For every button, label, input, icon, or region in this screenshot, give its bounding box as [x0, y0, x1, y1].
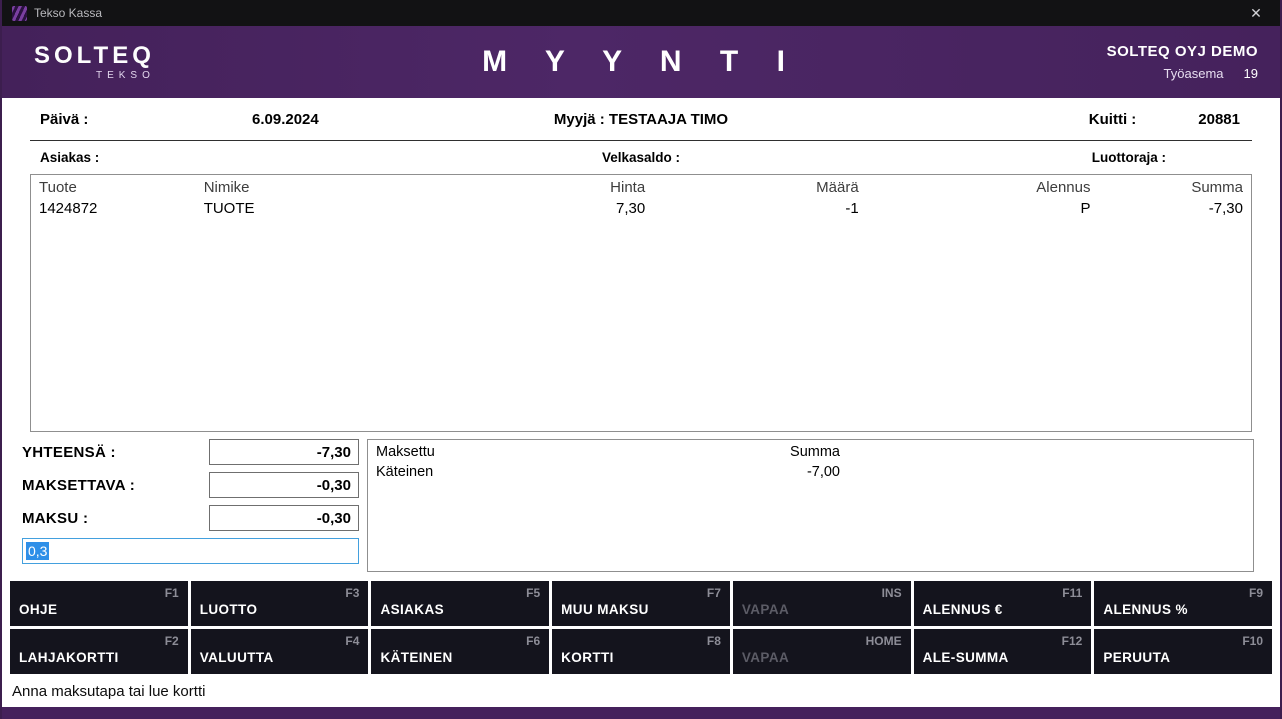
customer-label: Asiakas : [30, 150, 437, 165]
receipt-number: 20881 [1198, 111, 1240, 128]
info-row-secondary: Asiakas : Velkasaldo : Luottoraja : [30, 141, 1252, 174]
payable-row: MAKSETTAVA : -0,30 [22, 472, 359, 498]
button-vapaa-ins: VAPAA INS [733, 581, 911, 626]
button-kateinen[interactable]: KÄTEINEN F6 [371, 629, 549, 674]
fkey-label: F8 [707, 634, 721, 648]
cell-alennus: P [867, 198, 1099, 219]
close-icon[interactable]: ✕ [1242, 5, 1270, 22]
fkey-label: F5 [526, 586, 540, 600]
payment-method: Käteinen [368, 462, 748, 482]
button-row-1: OHJE F1 LUOTTO F3 ASIAKAS F5 MUU MAKSU F… [10, 581, 1272, 626]
status-message: Anna maksutapa tai lue kortti [12, 683, 205, 700]
solteq-logo: SOLTEQ TEKSO [34, 44, 155, 81]
cell-maara: -1 [653, 198, 867, 219]
fkey-label: HOME [866, 634, 902, 648]
payable-label: MAKSETTAVA : [22, 477, 135, 494]
col-header-alennus: Alennus [867, 175, 1099, 198]
table-row[interactable]: 1424872 TUOTE 7,30 -1 P -7,30 [31, 198, 1251, 219]
cell-tuote: 1424872 [31, 198, 196, 219]
button-alennus-euro[interactable]: ALENNUS € F11 [914, 581, 1092, 626]
fkey-label: F7 [707, 586, 721, 600]
button-valuutta[interactable]: VALUUTTA F4 [191, 629, 369, 674]
button-lahjakortti[interactable]: LAHJAKORTTI F2 [10, 629, 188, 674]
sale-table: Tuote Nimike Hinta Määrä Alennus Summa 1… [30, 174, 1252, 432]
payment-label: MAKSU : [22, 510, 88, 527]
fkey-label: F6 [526, 634, 540, 648]
col-header-hinta: Hinta [409, 175, 653, 198]
col-header-nimike: Nimike [196, 175, 410, 198]
seller-value: Myyjä : TESTAAJA TIMO [437, 111, 844, 128]
button-alennus-prosentti[interactable]: ALENNUS % F9 [1094, 581, 1272, 626]
payments-panel: Maksettu Summa Käteinen -7,00 [367, 439, 1254, 572]
fkey-label: F2 [165, 634, 179, 648]
totals-and-payments: YHTEENSÄ : -7,30 MAKSETTAVA : -0,30 MAKS… [22, 439, 1254, 572]
col-header-maara: Määrä [653, 175, 867, 198]
cell-summa: -7,30 [1098, 198, 1251, 219]
total-row: YHTEENSÄ : -7,30 [22, 439, 359, 465]
payment-input-selected-text: 0,3 [26, 542, 49, 560]
fkey-label: F1 [165, 586, 179, 600]
button-asiakas[interactable]: ASIAKAS F5 [371, 581, 549, 626]
payment-amount-input[interactable]: 0,3 [22, 538, 359, 564]
debt-label: Velkasaldo : [437, 150, 844, 165]
fkey-label: F10 [1242, 634, 1263, 648]
logo-main-text: SOLTEQ [34, 44, 155, 68]
workstation-label: Työasema [1164, 66, 1224, 81]
button-peruuta[interactable]: PERUUTA F10 [1094, 629, 1272, 674]
bottom-accent-strip [2, 707, 1280, 719]
payments-header-row: Maksettu Summa [368, 442, 1253, 462]
app-window: Tekso Kassa ✕ SOLTEQ TEKSO M Y Y N T I S… [0, 0, 1282, 719]
button-muu-maksu[interactable]: MUU MAKSU F7 [552, 581, 730, 626]
date-group: Päivä : 6.09.2024 [30, 111, 437, 128]
payment-field: -0,30 [209, 505, 359, 531]
date-value: 6.09.2024 [252, 111, 319, 128]
cell-hinta: 7,30 [409, 198, 653, 219]
table-header-row: Tuote Nimike Hinta Määrä Alennus Summa [31, 175, 1251, 198]
info-row-primary: Päivä : 6.09.2024 Myyjä : TESTAAJA TIMO … [30, 98, 1252, 141]
fkey-label: F9 [1249, 586, 1263, 600]
workstation-info: Työasema 19 [1107, 66, 1258, 81]
logo-sub-text: TEKSO [34, 71, 155, 81]
payment-row: MAKSU : -0,30 [22, 505, 359, 531]
sum-header: Summa [748, 442, 848, 462]
fkey-label: F3 [345, 586, 359, 600]
payment-line: Käteinen -7,00 [368, 462, 1253, 482]
date-label: Päivä : [30, 111, 252, 128]
receipt-label: Kuitti : [1089, 111, 1136, 128]
window-title: Tekso Kassa [34, 6, 102, 20]
button-ohje[interactable]: OHJE F1 [10, 581, 188, 626]
col-header-summa: Summa [1098, 175, 1251, 198]
fkey-label: F12 [1062, 634, 1083, 648]
cell-nimike: TUOTE [196, 198, 410, 219]
header-right: SOLTEQ OYJ DEMO Työasema 19 [1107, 43, 1258, 81]
workstation-number: 19 [1244, 66, 1258, 81]
app-icon [12, 6, 27, 21]
payment-amount: -7,00 [748, 462, 848, 482]
status-bar: Anna maksutapa tai lue kortti [2, 674, 1280, 707]
button-row-2: LAHJAKORTTI F2 VALUUTTA F4 KÄTEINEN F6 K… [10, 629, 1272, 674]
button-ale-summa[interactable]: ALE-SUMMA F12 [914, 629, 1092, 674]
fkey-label: F4 [345, 634, 359, 648]
col-header-tuote: Tuote [31, 175, 196, 198]
button-luotto[interactable]: LUOTTO F3 [191, 581, 369, 626]
title-bar: Tekso Kassa ✕ [2, 0, 1280, 26]
credit-label: Luottoraja : [845, 150, 1252, 165]
receipt-group: Kuitti : 20881 [845, 111, 1252, 128]
fkey-label: F11 [1062, 586, 1082, 600]
function-button-area: OHJE F1 LUOTTO F3 ASIAKAS F5 MUU MAKSU F… [10, 581, 1272, 674]
total-label: YHTEENSÄ : [22, 444, 116, 461]
totals-panel: YHTEENSÄ : -7,30 MAKSETTAVA : -0,30 MAKS… [22, 439, 359, 572]
payable-field: -0,30 [209, 472, 359, 498]
app-header: SOLTEQ TEKSO M Y Y N T I SOLTEQ OYJ DEMO… [2, 26, 1280, 98]
page-title: M Y Y N T I [482, 45, 800, 79]
fkey-label: INS [882, 586, 902, 600]
total-field: -7,30 [209, 439, 359, 465]
paid-header: Maksettu [368, 442, 748, 462]
company-name: SOLTEQ OYJ DEMO [1107, 43, 1258, 60]
button-vapaa-home: VAPAA HOME [733, 629, 911, 674]
button-kortti[interactable]: KORTTI F8 [552, 629, 730, 674]
